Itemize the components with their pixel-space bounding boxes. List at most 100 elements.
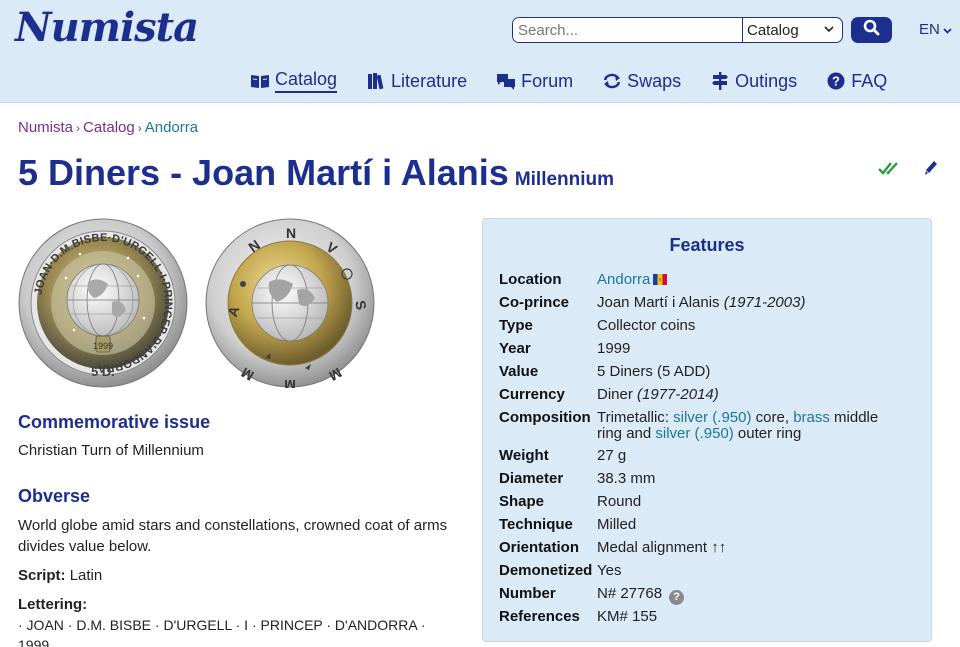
coin-value: 5 D. [91,364,115,379]
breadcrumb-link[interactable]: Numista [18,119,73,136]
feature-type: Type Collector coins [499,318,919,334]
coin-obverse-image[interactable]: JOAN·D.M.BISBE·D'URGELL·I·PRINCEP·D'ANDO… [18,218,188,388]
feature-currency: Currency Diner (1977-2014) [499,387,919,403]
feature-label: Number [499,585,556,602]
composition-metal-link[interactable]: brass [793,409,830,426]
script-label: Script: [18,567,66,584]
page-title-subtitle: Millennium [514,169,615,190]
type-link[interactable]: Collector coins [597,318,695,334]
feature-location: Location Andorra [499,272,919,288]
double-check-icon[interactable] [878,160,902,183]
edit-pen-icon[interactable] [924,160,938,183]
nav-label: Catalog [275,69,338,93]
feature-value-row: Value 5 Diners (5 ADD) [499,364,919,380]
feature-label: Location [499,271,562,288]
feature-label: Value [499,363,539,380]
nav-label: Outings [735,70,798,91]
composition-metal-link[interactable]: silver (.950) [673,409,751,426]
nav-faq[interactable]: ? FAQ [826,68,887,94]
search-button[interactable] [851,17,892,43]
numista-logo[interactable]: Numista [15,4,199,51]
feature-label: Year [499,340,531,357]
search-bar: Catalog [512,17,843,43]
feature-diameter: Diameter 38.3 mm [499,471,919,487]
nav-catalog[interactable]: Catalog [250,68,338,94]
books-icon [366,71,386,91]
lettering-line: 1999 [18,637,50,647]
signpost-icon [710,71,730,91]
breadcrumb-separator: › [137,121,142,135]
obverse-lettering-text: · JOAN · D.M. BISBE · D'URGELL · I · PRI… [18,615,426,647]
feature-weight: Weight 27 g [499,448,919,464]
search-input[interactable] [513,18,742,42]
feature-value: Medal alignment ↑↑ [597,539,727,556]
andorra-flag-icon [653,273,668,285]
help-icon[interactable]: ? [669,589,685,605]
feature-label: Currency [499,386,565,403]
obverse-description-line: divides value below. [18,538,152,555]
obverse-lettering: Lettering: [18,594,87,615]
feature-value: Yes [597,562,622,579]
technique-link[interactable]: Milled [597,517,636,533]
main-nav: Catalog Literature Forum Swaps Outings ?… [250,68,916,94]
feature-year: Year 1999 [499,341,919,357]
composition-text: and [626,425,652,442]
feature-references: References KM# 155 [499,609,919,625]
site-header: Numista Catalog EN Catalog [0,0,960,103]
page-title: 5 Diners - Joan Martí i Alanis Millennium [18,152,614,194]
nav-literature[interactable]: Literature [366,68,467,94]
feature-label: Weight [499,447,549,464]
feature-value: N# 27768 [597,585,663,602]
coin-reverse-image[interactable]: A N N V S M M M [205,218,375,393]
svg-text:?: ? [832,74,840,89]
feature-label: Co-prince [499,294,570,311]
currency-name: Diner [597,386,633,403]
language-label: EN [919,21,940,38]
feature-value: 5 Diners (5 ADD) [597,363,711,380]
coprince-name: Joan Martí i Alanis [597,294,720,311]
book-open-icon [250,71,270,91]
title-actions [878,160,938,183]
composition-text: outer ring [737,425,802,442]
feature-coprince: Co-prince Joan Martí i Alanis (1971-2003… [499,295,919,311]
script-value: Latin [69,567,103,584]
swap-arrows-icon [602,71,622,91]
feature-value: 38.3 mm [597,470,656,487]
nav-label: FAQ [851,70,888,91]
nav-forum[interactable]: Forum [496,68,573,94]
features-heading: Features [669,235,745,255]
currency-years: (1977-2014) [637,386,719,403]
breadcrumb-link[interactable]: Andorra [145,119,198,136]
composition-metal-link[interactable]: silver (.950) [655,425,733,442]
feature-label: Orientation [499,539,580,556]
nav-label: Swaps [627,70,682,91]
obverse-description: World globe amid stars and constellation… [18,515,447,557]
feature-label: Type [499,317,533,334]
language-selector[interactable]: EN [919,21,952,38]
obverse-description-line: World globe amid stars and constellation… [18,517,448,534]
location-link[interactable]: Andorra [597,271,650,288]
chevron-down-icon [943,21,952,38]
nav-outings[interactable]: Outings [710,68,797,94]
coin-year: 1999 [93,341,113,351]
chat-bubbles-icon [496,71,516,91]
coprince-link[interactable]: Joan Martí i Alanis (1971-2003) [597,295,805,311]
feature-label: Shape [499,493,545,510]
feature-orientation: Orientation Medal alignment ↑↑ [499,540,919,556]
coin-letter: M [284,377,296,388]
feature-value: 1999 [597,340,631,357]
coprince-years: (1971-2003) [723,294,806,311]
question-circle-icon: ? [826,71,846,91]
feature-label: Technique [499,516,573,533]
feature-value: 27 g [597,447,627,464]
nav-swaps[interactable]: Swaps [602,68,681,94]
lettering-label: Lettering: [18,596,88,613]
feature-label: Diameter [499,470,564,487]
search-category-select[interactable]: Catalog [742,18,842,42]
feature-technique: Technique Milled [499,517,919,533]
breadcrumb-link[interactable]: Catalog [83,119,135,136]
breadcrumb: Numista › Catalog › Andorra [18,119,198,136]
coin-letter: N [286,225,296,241]
features-panel: Features Location Andorra Co-prince Joan… [482,218,932,642]
feature-label: Composition [499,409,591,426]
